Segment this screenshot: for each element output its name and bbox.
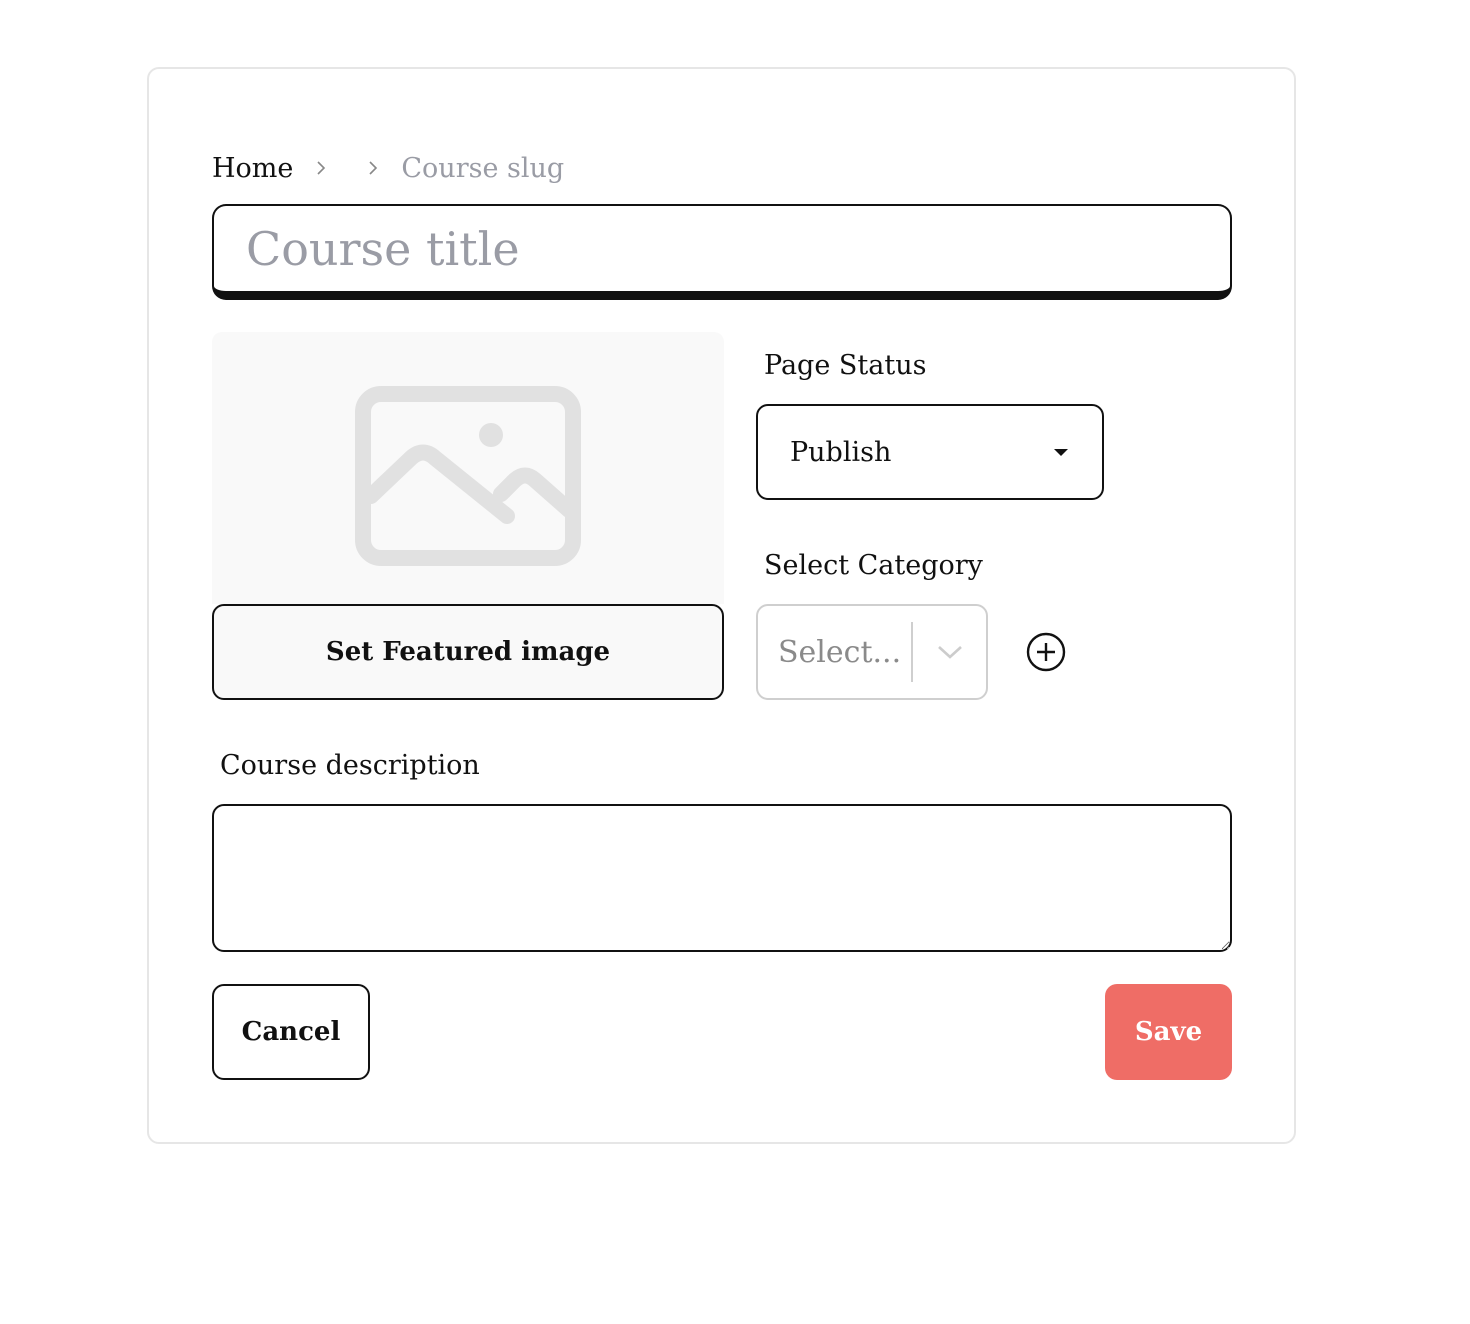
- select-category-label: Select Category: [764, 550, 983, 581]
- breadcrumb-home[interactable]: Home: [212, 153, 293, 184]
- chevron-right-icon: [365, 160, 381, 176]
- breadcrumb: Home Course slug: [212, 146, 564, 190]
- category-placeholder: Select...: [778, 634, 902, 670]
- caret-down-icon: [1054, 448, 1068, 456]
- add-category-icon[interactable]: [1025, 631, 1067, 673]
- set-featured-image-button[interactable]: Set Featured image: [212, 604, 724, 700]
- category-select[interactable]: Select...: [756, 604, 988, 700]
- chevron-down-icon[interactable]: [913, 644, 986, 660]
- course-description-input[interactable]: [212, 804, 1232, 952]
- page-status-select[interactable]: Publish: [756, 404, 1104, 500]
- course-description-label: Course description: [220, 750, 480, 781]
- cancel-button[interactable]: Cancel: [212, 984, 370, 1080]
- course-title-input[interactable]: [214, 206, 1230, 291]
- chevron-right-icon: [313, 160, 329, 176]
- image-placeholder-icon: [355, 386, 581, 566]
- course-title-field: [212, 204, 1232, 300]
- breadcrumb-current: Course slug: [401, 152, 565, 184]
- page-status-value: Publish: [790, 436, 892, 468]
- page-status-label: Page Status: [764, 350, 927, 381]
- save-button[interactable]: Save: [1105, 984, 1232, 1080]
